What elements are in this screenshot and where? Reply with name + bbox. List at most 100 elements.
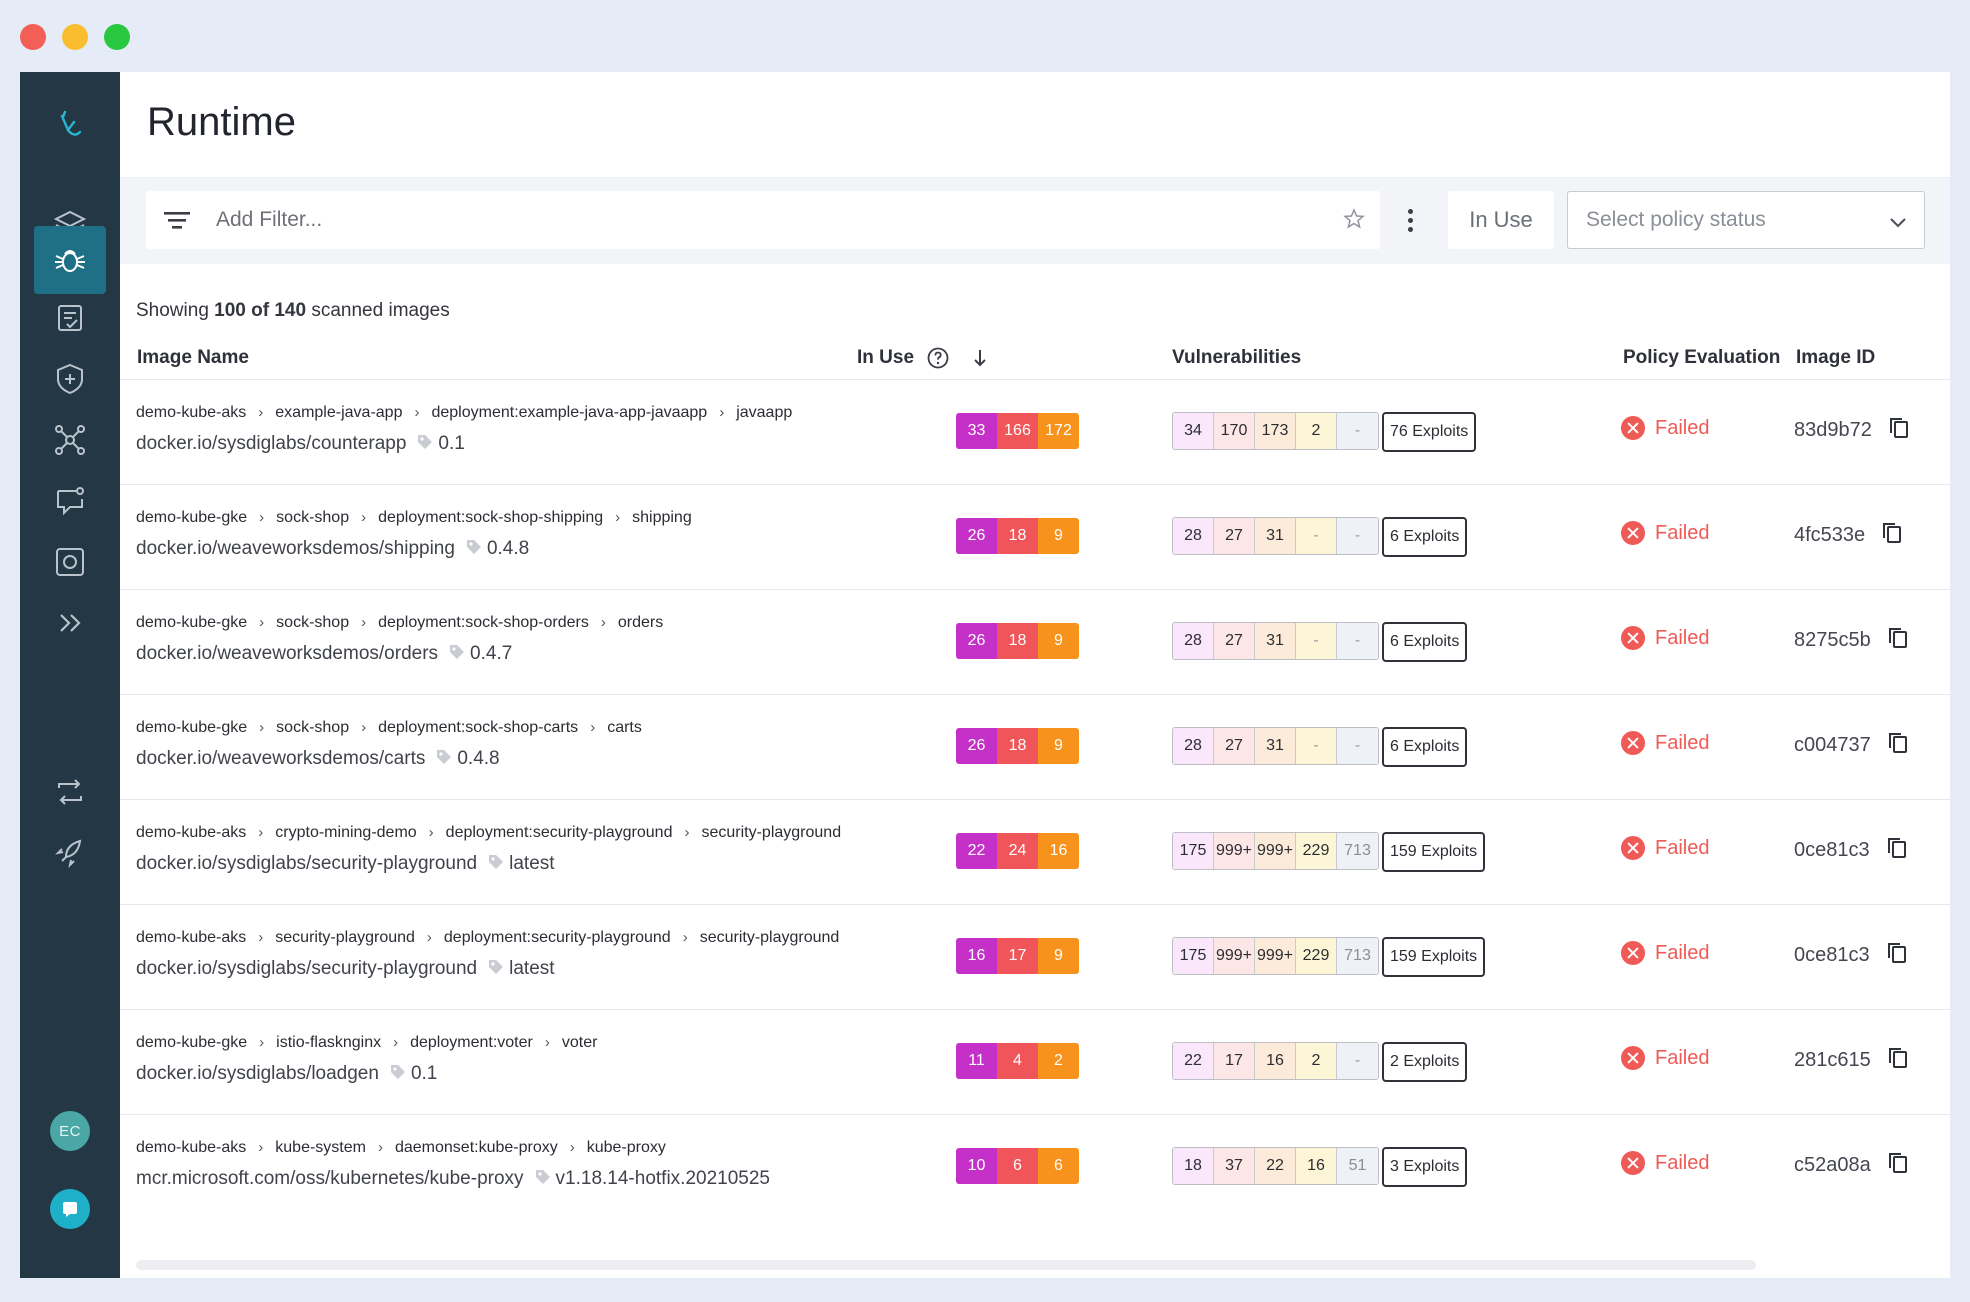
in-use-badges[interactable]: 26 18 9 [956,728,1079,764]
vulnerability-counts[interactable]: 18 37 22 16 51 [1172,1147,1379,1185]
in-use-badges[interactable]: 22 24 16 [956,833,1079,869]
filter-input[interactable] [216,201,1316,239]
vulnerability-counts[interactable]: 28 27 31- - [1172,517,1379,555]
image-repo-name[interactable]: docker.io/weaveworksdemos/orders [136,643,438,664]
avatar[interactable]: EC [50,1111,90,1151]
namespace-name[interactable]: example-java-app [275,404,402,421]
image-repo-name[interactable]: docker.io/sysdiglabs/counterapp [136,433,406,454]
policy-evaluation[interactable]: Failed [1621,941,1709,965]
container-name[interactable]: carts [607,719,642,736]
filter-icon[interactable] [162,208,192,232]
workload-name[interactable]: deployment:voter [410,1034,533,1051]
in-use-toggle[interactable]: In Use [1448,191,1554,249]
help-icon[interactable] [926,346,950,370]
vulnerability-counts[interactable]: 22 17 16 2- [1172,1042,1379,1080]
checklist-icon[interactable] [34,284,106,352]
in-use-badges[interactable]: 33 166 172 [956,413,1079,449]
policy-evaluation[interactable]: Failed [1621,1151,1709,1175]
integrations-icon[interactable] [34,758,106,826]
container-name[interactable]: orders [618,614,663,631]
cluster-name[interactable]: demo-kube-aks [136,1139,246,1156]
cluster-name[interactable]: demo-kube-gke [136,509,247,526]
policy-status-select[interactable]: Select policy status [1567,191,1925,249]
workload-name[interactable]: deployment:sock-shop-orders [378,614,589,631]
maximize-window-button[interactable] [104,24,130,50]
namespace-name[interactable]: sock-shop [276,719,349,736]
cluster-name[interactable]: demo-kube-gke [136,1034,247,1051]
workload-name[interactable]: daemonset:kube-proxy [395,1139,558,1156]
star-icon[interactable] [1342,207,1366,231]
copy-icon[interactable] [1886,941,1908,965]
namespace-name[interactable]: sock-shop [276,509,349,526]
image-repo-name[interactable]: docker.io/weaveworksdemos/carts [136,748,425,769]
column-image-id[interactable]: Image ID [1796,347,1875,369]
logo-icon[interactable] [34,92,106,160]
policy-evaluation[interactable]: Failed [1621,521,1709,545]
workload-name[interactable]: deployment:security-playground [446,824,673,841]
exploits-badge[interactable]: 6 Exploits [1382,517,1468,557]
column-policy-evaluation[interactable]: Policy Evaluation [1623,347,1780,369]
namespace-name[interactable]: istio-flasknginx [276,1034,381,1051]
policy-evaluation[interactable]: Failed [1621,1046,1709,1070]
policy-evaluation[interactable]: Failed [1621,626,1709,650]
in-use-badges[interactable]: 11 4 2 [956,1043,1079,1079]
cluster-name[interactable]: demo-kube-aks [136,824,246,841]
exploits-badge[interactable]: 6 Exploits [1382,622,1468,662]
chat-icon[interactable] [50,1189,90,1229]
table-row[interactable]: demo-kube-gke › sock-shop › deployment:sock-… [120,484,1950,589]
namespace-name[interactable]: security-playground [275,929,415,946]
exploits-badge[interactable]: 3 Exploits [1382,1147,1468,1187]
in-use-badges[interactable]: 26 18 9 [956,518,1079,554]
expand-icon[interactable] [34,589,106,657]
container-name[interactable]: shipping [632,509,692,526]
table-row[interactable]: demo-kube-aks › kube-system › daemonset:kube… [120,1114,1950,1219]
container-name[interactable]: security-playground [700,929,840,946]
image-repo-name[interactable]: docker.io/sysdiglabs/loadgen [136,1063,379,1084]
chat-alert-icon[interactable] [34,467,106,535]
in-use-badges[interactable]: 26 18 9 [956,623,1079,659]
in-use-badges[interactable]: 10 6 6 [956,1148,1079,1184]
vulnerability-counts[interactable]: 28 27 31- - [1172,622,1379,660]
in-use-badges[interactable]: 16 17 9 [956,938,1079,974]
workload-name[interactable]: deployment:example-java-app-javaapp [431,404,707,421]
policy-evaluation[interactable]: Failed [1621,836,1709,860]
cluster-name[interactable]: demo-kube-aks [136,929,246,946]
policy-evaluation[interactable]: Failed [1621,416,1709,440]
shield-plus-icon[interactable] [34,345,106,413]
workload-name[interactable]: deployment:sock-shop-shipping [378,509,603,526]
table-row[interactable]: demo-kube-aks › crypto-mining-demo › deploym… [120,799,1950,904]
image-repo-name[interactable]: mcr.microsoft.com/oss/kubernetes/kube-pr… [136,1168,524,1189]
close-window-button[interactable] [20,24,46,50]
container-name[interactable]: security-playground [701,824,841,841]
cluster-name[interactable]: demo-kube-gke [136,719,247,736]
namespace-name[interactable]: sock-shop [276,614,349,631]
image-repo-name[interactable]: docker.io/weaveworksdemos/shipping [136,538,455,559]
exploits-badge[interactable]: 159 Exploits [1382,832,1486,872]
workload-name[interactable]: deployment:sock-shop-carts [378,719,578,736]
table-row[interactable]: demo-kube-aks › example-java-app › deploymen… [120,379,1950,484]
exploits-badge[interactable]: 159 Exploits [1382,937,1486,977]
column-vulnerabilities[interactable]: Vulnerabilities [1172,347,1301,369]
image-repo-name[interactable]: docker.io/sysdiglabs/security-playground [136,958,477,979]
table-row[interactable]: demo-kube-gke › sock-shop › deployment:sock-… [120,694,1950,799]
copy-icon[interactable] [1887,1046,1909,1070]
container-name[interactable]: javaapp [736,404,792,421]
capture-icon[interactable] [34,528,106,596]
policy-evaluation[interactable]: Failed [1621,731,1709,755]
vulnerability-counts[interactable]: 28 27 31- - [1172,727,1379,765]
table-row[interactable]: demo-kube-gke › istio-flasknginx › deploymen… [120,1009,1950,1114]
exploits-badge[interactable]: 76 Exploits [1382,412,1477,452]
copy-icon[interactable] [1888,416,1910,440]
copy-icon[interactable] [1887,731,1909,755]
vulnerability-counts[interactable]: 34 170 173 2- [1172,412,1379,450]
image-repo-name[interactable]: docker.io/sysdiglabs/security-playground [136,853,477,874]
sort-down-icon[interactable] [970,346,990,370]
container-name[interactable]: voter [562,1034,598,1051]
copy-icon[interactable] [1887,626,1909,650]
namespace-name[interactable]: crypto-mining-demo [275,824,416,841]
exploits-badge[interactable]: 2 Exploits [1382,1042,1468,1082]
container-name[interactable]: kube-proxy [587,1139,666,1156]
minimize-window-button[interactable] [62,24,88,50]
cluster-name[interactable]: demo-kube-gke [136,614,247,631]
copy-icon[interactable] [1886,836,1908,860]
